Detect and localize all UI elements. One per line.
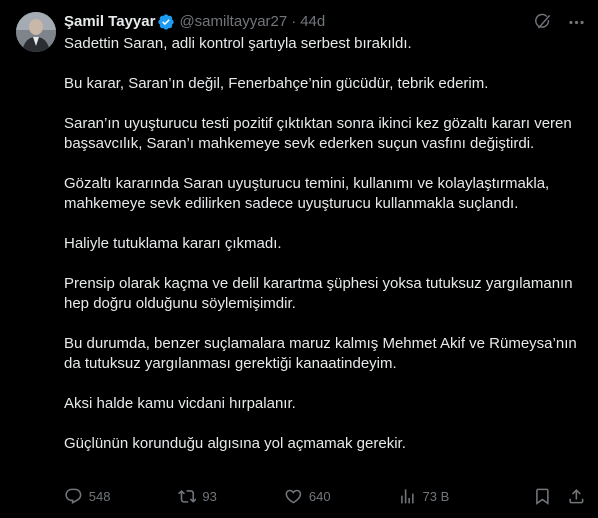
retweet-icon	[177, 489, 197, 503]
grok-icon[interactable]	[532, 12, 552, 32]
tweet-paragraph: Bu durumda, benzer suçlamalara maruz kal…	[64, 335, 577, 372]
tweet-top-actions	[532, 12, 586, 32]
verified-badge-icon	[157, 13, 175, 31]
share-button[interactable]	[567, 487, 586, 506]
views-button[interactable]: 73 B	[398, 487, 450, 506]
tweet-right-actions	[517, 487, 587, 506]
tweet-paragraph: Haliyle tutuklama kararı çıkmadı.	[64, 235, 282, 252]
tweet-paragraph: Gözaltı kararında Saran uyuşturucu temin…	[64, 175, 550, 212]
avatar[interactable]	[16, 12, 56, 52]
reply-button[interactable]: 548	[64, 487, 110, 506]
tweet-paragraph: Prensip olarak kaçma ve delil karartma ş…	[64, 275, 573, 312]
reply-count: 548	[88, 488, 111, 504]
views-icon	[400, 488, 414, 504]
retweet-count: 93	[202, 488, 217, 504]
tweet-time[interactable]: 44d	[300, 12, 325, 32]
like-button[interactable]: 640	[284, 487, 331, 506]
author-name[interactable]: Şamil Tayyar	[64, 12, 155, 32]
reply-icon	[65, 488, 82, 504]
share-icon	[569, 488, 584, 504]
tweet-paragraph: Güçlünün korunduğu algısına yol açmamak …	[64, 435, 406, 452]
tweet-paragraph: Aksi halde kamu vicdani hırpalanır.	[64, 395, 296, 412]
tweet-paragraph: Sadettin Saran, adli kontrol şartıyla se…	[64, 35, 412, 52]
tweet-paragraph: Saran’ın uyuşturucu testi pozitif çıktık…	[64, 115, 572, 152]
author-handle[interactable]: @samiltayyar27	[179, 12, 287, 32]
retweet-button[interactable]: 93	[177, 487, 217, 506]
tweet-actions-bar: 548 93 640 73 B	[64, 486, 586, 506]
tweet-card: Şamil Tayyar @samiltayyar27 · 44d Sadett…	[0, 0, 598, 518]
separator-dot: ·	[291, 13, 297, 30]
tweet-paragraph: Bu karar, Saran’ın değil, Fenerbahçe’nin…	[64, 75, 489, 92]
bookmark-icon	[535, 488, 549, 505]
views-count: 73 B	[422, 488, 450, 504]
tweet-header: Şamil Tayyar @samiltayyar27 · 44d	[64, 12, 325, 32]
bookmark-button[interactable]	[533, 487, 552, 506]
like-icon	[285, 489, 302, 504]
tweet-text: Sadettin Saran, adli kontrol şartıyla se…	[64, 34, 586, 454]
like-count: 640	[308, 488, 331, 504]
more-icon[interactable]	[566, 12, 586, 32]
